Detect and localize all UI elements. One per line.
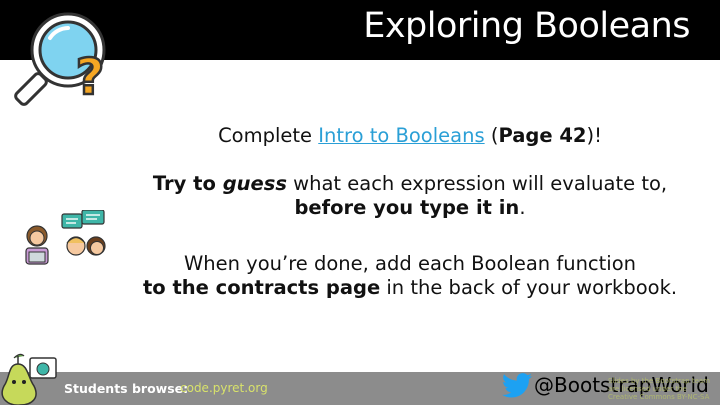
instruction-complete: Complete Intro to Booleans (Page 42)! [120, 124, 700, 148]
students-browse-label: Students browse: [64, 381, 189, 396]
intro-to-booleans-link[interactable]: Intro to Booleans [318, 124, 484, 147]
magnifier-question-icon: ? [14, 12, 106, 107]
period-text: . [519, 196, 526, 219]
pear-mascot-icon [1, 353, 57, 405]
code-pyret-link[interactable]: code.pyret.org [180, 381, 268, 395]
try-to-text: Try to [152, 172, 223, 195]
contracts-page-text: to the contracts page [142, 276, 381, 299]
credit-line-2: Creative Commons BY-NC-SA [608, 393, 710, 401]
workbook-text: in the back of your workbook. [380, 276, 678, 299]
when-done-text: When you’re done, add each Boolean funct… [183, 252, 636, 275]
guess-text: guess [222, 172, 287, 195]
evaluate-text: what each expression will evaluate to, [286, 172, 668, 195]
slide-title: Exploring Booleans [363, 6, 690, 46]
paren-close: )! [586, 124, 602, 147]
instruction-contracts: When you’re done, add each Boolean funct… [120, 252, 700, 300]
complete-text: Complete [218, 124, 319, 147]
svg-text:?: ? [75, 48, 104, 106]
twitter-bird-icon[interactable] [502, 373, 532, 398]
students-chat-icon [25, 210, 106, 265]
paren-open: ( [484, 124, 499, 147]
license-credit: Slides by the Bootstrap team are license… [608, 377, 720, 401]
page-number: Page 42 [498, 124, 587, 147]
before-type-text: before you type it in [294, 196, 520, 219]
instruction-guess: Try to guess what each expression will e… [120, 172, 700, 220]
credit-line-1: Slides by the Bootstrap team are license… [608, 377, 710, 393]
